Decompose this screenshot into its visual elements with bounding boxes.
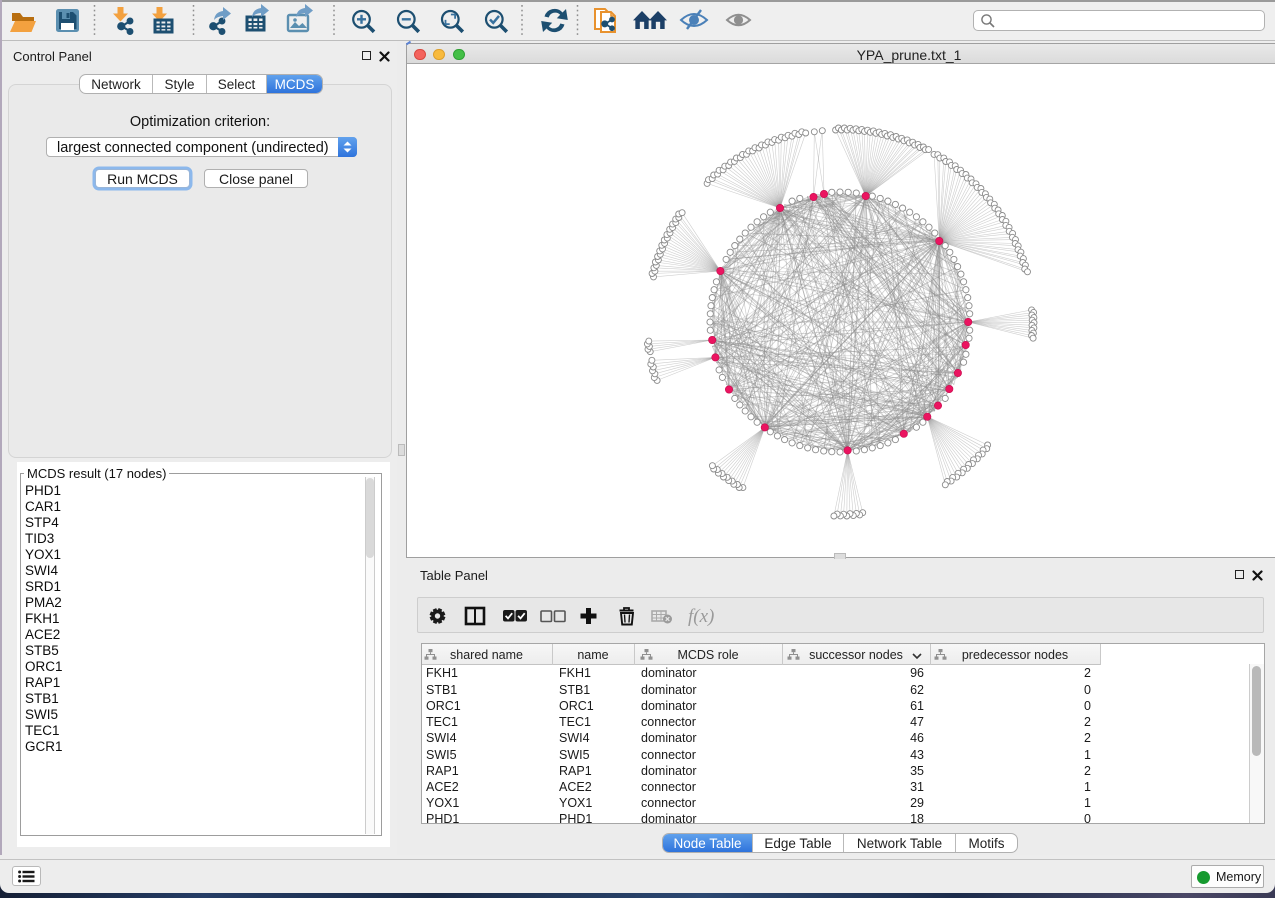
svg-text:f(x): f(x): [688, 606, 714, 627]
